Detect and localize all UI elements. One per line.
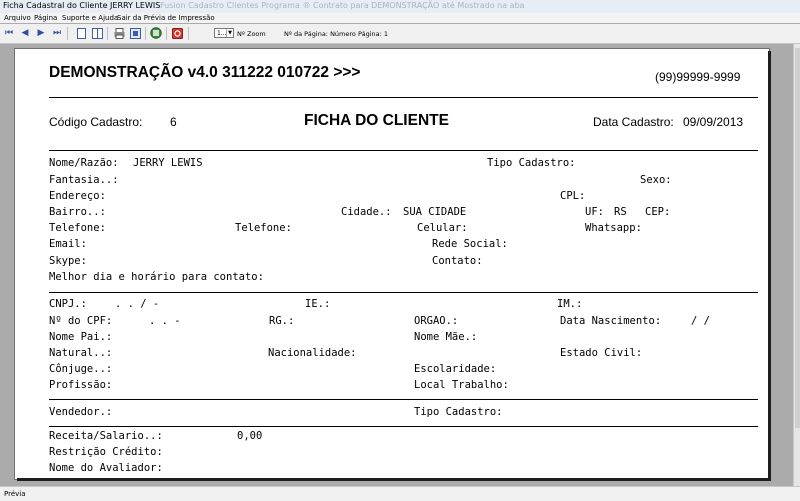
toolbar-separator — [67, 27, 68, 40]
whatsapp-label: Whatsapp: — [585, 222, 642, 234]
email-label: Email: — [49, 238, 87, 250]
report-header-title: DEMONSTRAÇÃO v4.0 311222 010722 >>> — [49, 64, 361, 81]
bairro-label: Bairro..: — [49, 206, 106, 218]
window-titlebar: Ficha Cadastral do Cliente JERRY LEWIS F… — [0, 0, 800, 14]
menu-suporte[interactable]: Suporte e Ajuda — [62, 14, 118, 22]
codigo-cadastro-label: Código Cadastro: — [49, 115, 143, 129]
escolaridade-label: Escolaridade: — [414, 363, 497, 375]
cpf-label: Nº do CPF: — [49, 315, 113, 327]
skype-label: Skype: — [49, 255, 87, 267]
data-cadastro-label: Data Cadastro: — [593, 115, 674, 129]
divider — [49, 426, 758, 427]
rg-label: RG.: — [269, 315, 295, 327]
next-page-icon[interactable]: ▶ — [35, 27, 47, 39]
cidade-label: Cidade.: — [341, 206, 392, 218]
tipo-cadastro-label: Tipo Cadastro: — [487, 157, 576, 169]
cnpj-label: CNPJ.: — [49, 298, 87, 310]
receita-value: 0,00 — [237, 430, 263, 442]
toolbar-separator — [166, 27, 167, 40]
receita-label: Receita/Salario..: — [49, 430, 163, 442]
data-cadastro-value: 09/09/2013 — [683, 115, 744, 129]
rede-social-label: Rede Social: — [432, 238, 508, 250]
nome-value: JERRY LEWIS — [133, 157, 203, 169]
cpl-label: CPL: — [560, 190, 586, 202]
single-page-icon[interactable] — [75, 27, 87, 39]
vertical-scrollbar[interactable] — [793, 44, 800, 486]
telefone2-label: Telefone: — [235, 222, 292, 234]
melhor-dia-label: Melhor dia e horário para contato: — [49, 271, 264, 283]
toolbar-separator — [145, 27, 146, 40]
endereco-label: Endereço: — [49, 190, 106, 202]
menu-pagina[interactable]: Página — [34, 14, 57, 22]
cnpj-mask: . . / - — [115, 298, 160, 310]
fantasia-label: Fantasia..: — [49, 174, 119, 186]
zoom-label: Nº Zoom — [237, 30, 266, 38]
vendedor-label: Vendedor.: — [49, 406, 113, 418]
data-nascimento-mask: / / — [691, 315, 710, 327]
page-setup-icon[interactable] — [129, 27, 141, 39]
toolbar: ⏮ ◀ ▶ ⏭ 1... ▼ Nº Zoom Nº da Página: Núm… — [0, 24, 800, 44]
window-ghost-title: Fusion Cadastro Clientes Programa ® Cont… — [160, 1, 525, 10]
previous-page-icon[interactable]: ◀ — [19, 27, 31, 39]
local-trabalho-label: Local Trabalho: — [414, 379, 509, 391]
uf-value: RS — [614, 206, 627, 218]
uf-label: UF: — [585, 206, 604, 218]
divider — [49, 97, 758, 98]
zoom-select[interactable]: 1... ▼ — [214, 28, 234, 38]
page-shadow — [768, 51, 771, 479]
chevron-down-icon: ▼ — [226, 29, 233, 37]
conjuge-label: Cônjuge..: — [49, 363, 113, 375]
print-icon[interactable] — [113, 27, 125, 39]
divider — [49, 292, 758, 293]
menu-arquivo[interactable]: Arquivo — [4, 14, 31, 22]
nacionalidade-label: Nacionalidade: — [268, 347, 357, 359]
page-number-info: Nº da Página: Número Página: 1 — [284, 30, 388, 38]
toolbar-separator — [107, 27, 108, 40]
report-phone: (99)99999-9999 — [655, 70, 741, 84]
restricao-credito-label: Restrição Crédito: — [49, 446, 163, 458]
report-page: DEMONSTRAÇÃO v4.0 311222 010722 >>> (99)… — [14, 48, 770, 480]
codigo-cadastro-value: 6 — [170, 115, 177, 129]
menu-bar: Arquivo Página Suporte e Ajuda Sair da P… — [0, 13, 800, 23]
scrollbar-thumb[interactable] — [795, 48, 800, 428]
celular-label: Celular: — [417, 222, 468, 234]
two-pages-icon[interactable] — [91, 27, 103, 39]
cpf-mask: . . - — [149, 315, 181, 327]
nome-pai-label: Nome Pai.: — [49, 331, 113, 343]
nome-avaliador-label: Nome do Avaliador: — [49, 462, 163, 474]
cidade-value: SUA CIDADE — [403, 206, 467, 218]
export-icon[interactable] — [150, 27, 162, 39]
tipo-cadastro2-label: Tipo Cadastro: — [414, 406, 503, 418]
divider — [49, 150, 758, 151]
menu-sair-previa[interactable]: Sair da Prévia de Impressão — [117, 14, 215, 22]
first-page-icon[interactable]: ⏮ — [3, 27, 15, 39]
toolbar-separator — [188, 27, 189, 40]
sexo-label: Sexo: — [640, 174, 672, 186]
page-shadow — [17, 478, 771, 481]
profissao-label: Profissão: — [49, 379, 113, 391]
contato-label: Contato: — [432, 255, 483, 267]
divider — [49, 399, 758, 400]
window-title: Ficha Cadastral do Cliente JERRY LEWIS — [3, 1, 161, 10]
im-label: IM.: — [557, 298, 583, 310]
status-text: Prévia — [4, 490, 26, 498]
ie-label: IE.: — [305, 298, 331, 310]
orgao-label: ORGAO.: — [414, 315, 459, 327]
cep-label: CEP: — [645, 206, 671, 218]
telefone1-label: Telefone: — [49, 222, 106, 234]
nome-label: Nome/Razão: — [49, 157, 119, 169]
nome-mae-label: Nome Mãe.: — [414, 331, 478, 343]
last-page-icon[interactable]: ⏭ — [51, 27, 63, 39]
estado-civil-label: Estado Civil: — [560, 347, 643, 359]
natural-label: Natural..: — [49, 347, 113, 359]
form-title: FICHA DO CLIENTE — [304, 112, 449, 129]
close-preview-icon[interactable] — [171, 27, 183, 39]
status-bar: Prévia — [0, 486, 800, 501]
data-nascimento-label: Data Nascimento: — [560, 315, 662, 327]
